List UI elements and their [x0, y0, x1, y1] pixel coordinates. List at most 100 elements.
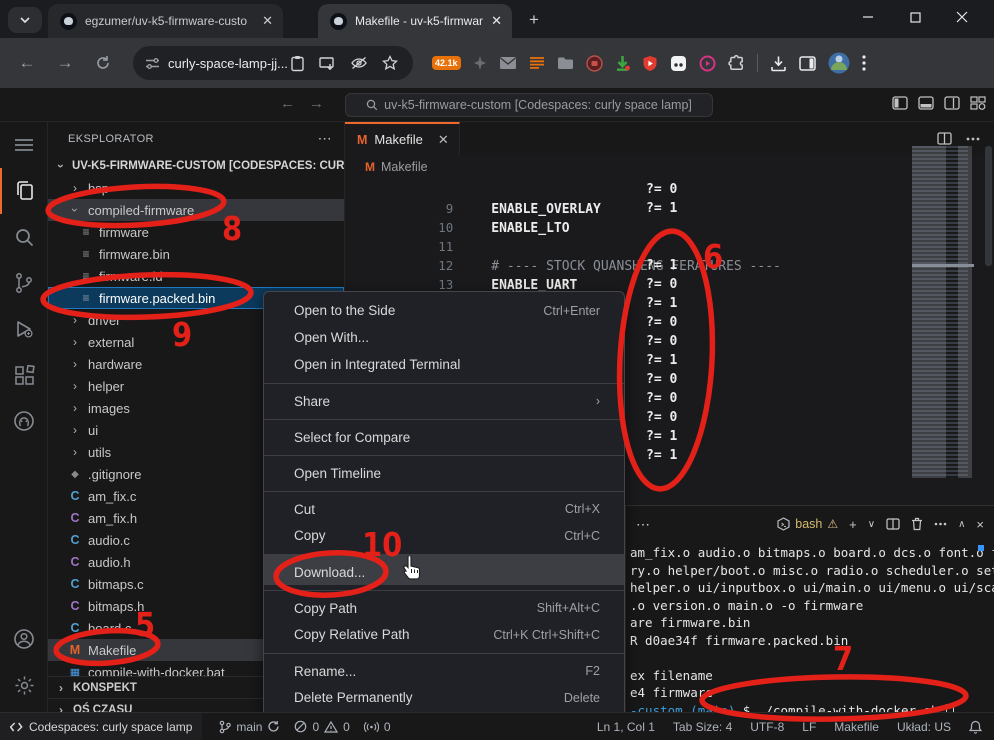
terminal-line: am_fix.o audio.o bitmaps.o board.o dcs.o… [630, 544, 994, 562]
editor-more-actions-icon[interactable] [966, 137, 980, 141]
problems-indicator[interactable]: 0 0 [287, 713, 356, 740]
tree-row[interactable]: › bsp [48, 177, 344, 199]
forward-icon[interactable]: → [50, 53, 80, 73]
toggle-panel-icon[interactable] [918, 96, 934, 110]
menu-item-label: Open in Integrated Terminal [294, 357, 460, 372]
browser-menu-icon[interactable] [862, 55, 866, 71]
spark-extension-icon[interactable] [473, 55, 487, 71]
notifications-bell-icon[interactable] [969, 720, 982, 734]
window-maximize-button[interactable] [910, 0, 940, 34]
context-menu-item[interactable]: Copy Ctrl+C [264, 522, 624, 549]
encoding[interactable]: UTF-8 [750, 720, 784, 734]
context-menu-item[interactable]: Copy Relative Path Ctrl+K Ctrl+Shift+C [264, 621, 624, 648]
mail-extension-icon[interactable] [499, 56, 517, 70]
robot-eyes-extension-icon[interactable] [670, 55, 687, 72]
close-panel-icon[interactable]: × [976, 517, 984, 532]
sidebar-item-explorer[interactable] [0, 168, 48, 214]
sidebar-item-extensions[interactable] [0, 352, 48, 398]
downloader-extension-icon[interactable] [615, 55, 630, 72]
sidebar-item-github[interactable] [0, 398, 48, 444]
side-panel-icon[interactable] [799, 56, 816, 71]
terminal-dropdown-icon[interactable]: ∨ [868, 519, 875, 530]
context-menu-item[interactable]: Open With... [264, 324, 624, 351]
command-center-search[interactable]: uv-k5-firmware-custom [Codespaces: curly… [345, 93, 713, 117]
terminal-tab-bash[interactable]: bash ⚠ [777, 517, 838, 531]
tab-close-icon[interactable]: ✕ [438, 132, 449, 148]
shield-play-extension-icon[interactable] [642, 55, 658, 72]
profile-avatar[interactable] [828, 52, 850, 74]
tree-row[interactable]: ≡ firmware [48, 221, 344, 243]
clipboard-icon[interactable] [290, 55, 305, 72]
sidebar-item-source-control[interactable] [0, 260, 48, 306]
branch-indicator[interactable]: main [212, 713, 287, 740]
terminal-output[interactable]: am_fix.o audio.o bitmaps.o board.o dcs.o… [626, 542, 994, 719]
maximize-panel-icon[interactable]: ∧ [958, 519, 965, 530]
tab-makefile[interactable]: M Makefile ✕ [345, 122, 460, 155]
context-menu-item[interactable]: Cut Ctrl+X [264, 491, 624, 522]
new-terminal-icon[interactable]: + [849, 517, 857, 532]
context-menu-item[interactable]: Delete Permanently Delete [264, 684, 624, 711]
split-editor-icon[interactable] [937, 132, 952, 145]
cursor-position[interactable]: Ln 1, Col 1 [597, 720, 655, 734]
breadcrumb-item[interactable]: Makefile [381, 160, 428, 174]
customize-layout-icon[interactable] [970, 96, 986, 110]
sidebar-item-search[interactable] [0, 214, 48, 260]
context-menu-item[interactable]: Open Timeline [264, 455, 624, 486]
tab-close-icon[interactable]: ✕ [491, 13, 502, 29]
editor-scrollbar[interactable] [985, 146, 992, 266]
play-circle-extension-icon[interactable] [699, 55, 716, 72]
history-back-icon[interactable]: ← [280, 95, 295, 112]
tab-search-button[interactable] [8, 7, 42, 33]
tree-row[interactable]: ≡ firmware.ld [48, 265, 344, 287]
terminal-tabs-more-icon[interactable]: ⋯ [636, 516, 651, 533]
downloads-icon[interactable] [770, 55, 787, 72]
tree-row[interactable]: ≡ firmware.bin [48, 243, 344, 265]
extensions-puzzle-icon[interactable] [728, 55, 745, 72]
kill-terminal-icon[interactable] [911, 517, 923, 531]
sidebar-item-run-debug[interactable] [0, 306, 48, 352]
window-close-button[interactable] [956, 0, 986, 34]
tree-root-row[interactable]: › UV-K5-FIRMWARE-CUSTOM [CODESPACES: CUR… [48, 155, 344, 177]
context-menu-item[interactable]: Rename... F2 [264, 653, 624, 684]
adblock-extension-icon[interactable]: 42.1k [432, 56, 461, 70]
toggle-secondary-sidebar-icon[interactable] [944, 96, 960, 110]
toggle-sidebar-icon[interactable] [892, 96, 908, 110]
context-menu-item[interactable]: Open to the Side Ctrl+Enter [264, 297, 624, 324]
list-extension-icon[interactable] [529, 56, 545, 70]
tab-size[interactable]: Tab Size: 4 [673, 720, 732, 734]
back-icon[interactable]: ← [12, 53, 42, 73]
minimap[interactable] [912, 146, 980, 478]
folder-extension-icon[interactable] [557, 56, 574, 70]
browser-tab-2[interactable]: Makefile - uv-k5-firmware-cust ✕ [318, 4, 512, 38]
eol[interactable]: LF [802, 720, 816, 734]
browser-tab-1[interactable]: egzumer/uv-k5-firmware-custo ✕ [48, 4, 283, 38]
window-minimize-button[interactable] [862, 0, 892, 34]
explorer-more-icon[interactable]: ⋯ [318, 130, 332, 147]
new-tab-button[interactable]: + [522, 8, 546, 32]
account-icon[interactable] [0, 616, 48, 662]
context-menu-item[interactable]: Select for Compare [264, 419, 624, 450]
tab-close-icon[interactable]: ✕ [262, 13, 273, 29]
context-menu-item[interactable]: Download... [264, 554, 624, 585]
context-menu-item[interactable]: Open in Integrated Terminal [264, 351, 624, 378]
keyboard-layout[interactable]: Układ: US [897, 720, 951, 734]
history-forward-icon[interactable]: → [309, 95, 324, 112]
site-settings-icon[interactable] [145, 56, 160, 71]
settings-gear-icon[interactable] [0, 662, 48, 708]
context-menu-item[interactable]: Copy Path Shift+Alt+C [264, 590, 624, 621]
ports-indicator[interactable]: 0 [357, 713, 398, 740]
bookmark-star-icon[interactable] [382, 55, 398, 71]
terminal-more-actions-icon[interactable] [934, 522, 947, 526]
menu-item-label: Open to the Side [294, 303, 395, 318]
camera-extension-icon[interactable] [586, 55, 603, 72]
reload-icon[interactable] [88, 55, 118, 71]
language-mode[interactable]: Makefile [834, 720, 879, 734]
send-to-device-icon[interactable] [319, 56, 336, 71]
split-terminal-icon[interactable] [886, 518, 900, 530]
menu-hamburger-icon[interactable] [0, 122, 48, 168]
remote-indicator[interactable]: Codespaces: curly space lamp [0, 713, 202, 740]
eye-off-icon[interactable] [350, 56, 368, 70]
context-menu-item[interactable]: Share › [264, 383, 624, 414]
breadcrumb[interactable]: M Makefile [345, 155, 994, 179]
tree-row[interactable]: › compiled-firmware [48, 199, 344, 221]
